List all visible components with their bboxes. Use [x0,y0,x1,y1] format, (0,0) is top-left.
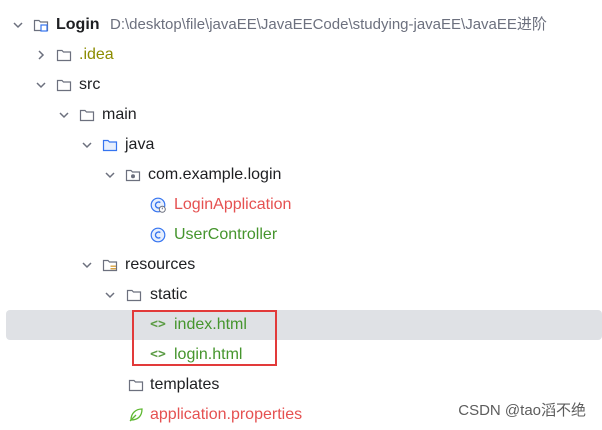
highlight-box [132,310,277,366]
project-name: Login [56,16,100,33]
tree-row-user-controller[interactable]: UserController [0,220,602,250]
tree-row-resources[interactable]: resources [0,250,602,280]
tree-row-index-html[interactable]: <> index.html [0,310,602,340]
tree-label-main: main [102,106,137,123]
module-folder-icon [33,17,49,33]
tree-row-templates[interactable]: templates [0,370,602,400]
chevron-down-icon[interactable] [33,70,49,100]
tree-label-resources: resources [125,256,196,273]
tree-row-package[interactable]: com.example.login [0,160,602,190]
folder-icon [56,47,72,63]
folder-icon [79,107,95,123]
chevron-down-icon[interactable] [102,280,118,310]
tree-label-src: src [79,76,101,93]
folder-icon [128,377,144,393]
tree-label-java: java [125,136,155,153]
tree-row-java[interactable]: java [0,130,602,160]
package-icon [125,167,141,183]
tree-row-login[interactable]: Login D:\desktop\file\javaEE\JavaEECode\… [0,10,602,40]
tree-label-application-properties: application.properties [150,406,303,423]
tree-row-static[interactable]: static [0,280,602,310]
tree-label-user-controller: UserController [174,226,278,243]
tree-label-templates: templates [150,376,220,393]
tree-row-main[interactable]: main [0,100,602,130]
chevron-down-icon[interactable] [102,160,118,190]
watermark: CSDN @tao滔不绝 [458,402,586,419]
spring-boot-class-icon [150,197,166,213]
resources-folder-icon [102,257,118,273]
tree-row-src[interactable]: src [0,70,602,100]
tree-label-idea: .idea [79,46,114,63]
tree-label-login-application: LoginApplication [174,196,292,213]
java-class-icon [150,227,166,243]
source-folder-icon [102,137,118,153]
project-tree: Login D:\desktop\file\javaEE\JavaEECode\… [0,10,602,430]
chevron-down-icon[interactable] [10,10,26,40]
tree-row-login-html[interactable]: <> login.html [0,340,602,370]
spring-properties-icon [128,407,144,423]
tree-row-idea[interactable]: .idea [0,40,602,70]
folder-icon [126,287,142,303]
chevron-down-icon[interactable] [79,130,95,160]
chevron-right-icon[interactable] [33,40,49,70]
tree-label-package: com.example.login [148,166,282,183]
tree-label-static: static [150,286,188,303]
folder-icon [56,77,72,93]
chevron-down-icon[interactable] [79,250,95,280]
chevron-down-icon[interactable] [56,100,72,130]
project-path: D:\desktop\file\javaEE\JavaEECode\studyi… [110,16,547,33]
tree-row-login-application[interactable]: LoginApplication [0,190,602,220]
